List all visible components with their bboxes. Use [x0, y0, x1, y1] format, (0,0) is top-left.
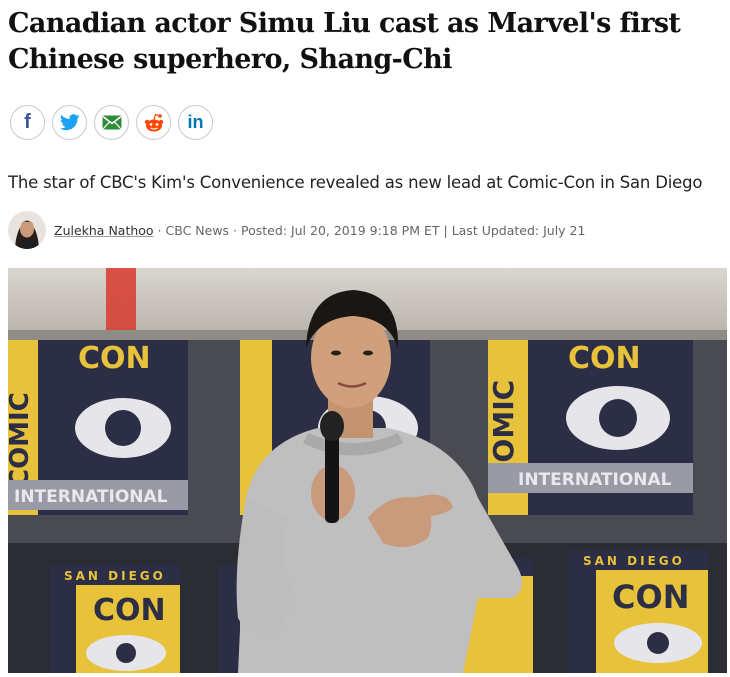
- byline-separator: ·: [229, 222, 241, 238]
- svg-text:INTERNATIONAL: INTERNATIONAL: [14, 487, 168, 507]
- article-headline: Canadian actor Simu Liu cast as Marvel's…: [8, 8, 681, 75]
- svg-text:CON: CON: [568, 341, 641, 376]
- article-subtitle: The star of CBC's Kim's Convenience reve…: [8, 173, 703, 192]
- share-facebook-button[interactable]: f: [10, 105, 45, 140]
- byline-posted: Posted: Jul 20, 2019 9:18 PM ET: [240, 222, 440, 238]
- comic-con-banner-left: COMIC CON INTERNATIONAL: [8, 340, 188, 515]
- byline-updated: Last Updated: July 21: [451, 222, 586, 238]
- share-email-button[interactable]: [94, 105, 129, 140]
- svg-text:SAN DIEGO: SAN DIEGO: [64, 569, 166, 583]
- san-diego-comic-con-sign-right: SAN DIEGO CON: [568, 550, 708, 673]
- share-linkedin-button[interactable]: in: [178, 105, 213, 140]
- share-twitter-button[interactable]: [52, 105, 87, 140]
- email-icon: [102, 115, 121, 130]
- san-diego-comic-con-sign-left: SAN DIEGO CON: [50, 565, 180, 673]
- reddit-icon: [144, 113, 163, 131]
- share-reddit-button[interactable]: [136, 105, 171, 140]
- hero-image[interactable]: COMIC CON INTERNATIONAL COMIC CON INTERN…: [8, 268, 727, 673]
- svg-text:CON: CON: [78, 341, 151, 376]
- svg-text:SAN DIEGO: SAN DIEGO: [583, 554, 685, 568]
- facebook-icon: f: [24, 111, 31, 133]
- author-link[interactable]: Zulekha Nathoo: [54, 223, 154, 238]
- byline-separator: |: [439, 222, 452, 238]
- linkedin-icon: in: [187, 112, 204, 132]
- byline-outlet: CBC News: [165, 222, 230, 238]
- byline: Zulekha Nathoo · CBC News · Posted: Jul …: [8, 211, 585, 249]
- svg-text:INTERNATIONAL: INTERNATIONAL: [518, 470, 672, 490]
- svg-text:CON: CON: [612, 578, 689, 616]
- share-buttons: f in: [10, 105, 213, 140]
- comic-con-banner-right: COMIC CON INTERNATIONAL: [487, 340, 693, 515]
- svg-text:COMIC: COMIC: [8, 392, 35, 488]
- author-avatar[interactable]: [8, 211, 46, 249]
- byline-separator: ·: [153, 222, 166, 238]
- twitter-icon: [59, 114, 80, 131]
- svg-text:CON: CON: [93, 593, 166, 628]
